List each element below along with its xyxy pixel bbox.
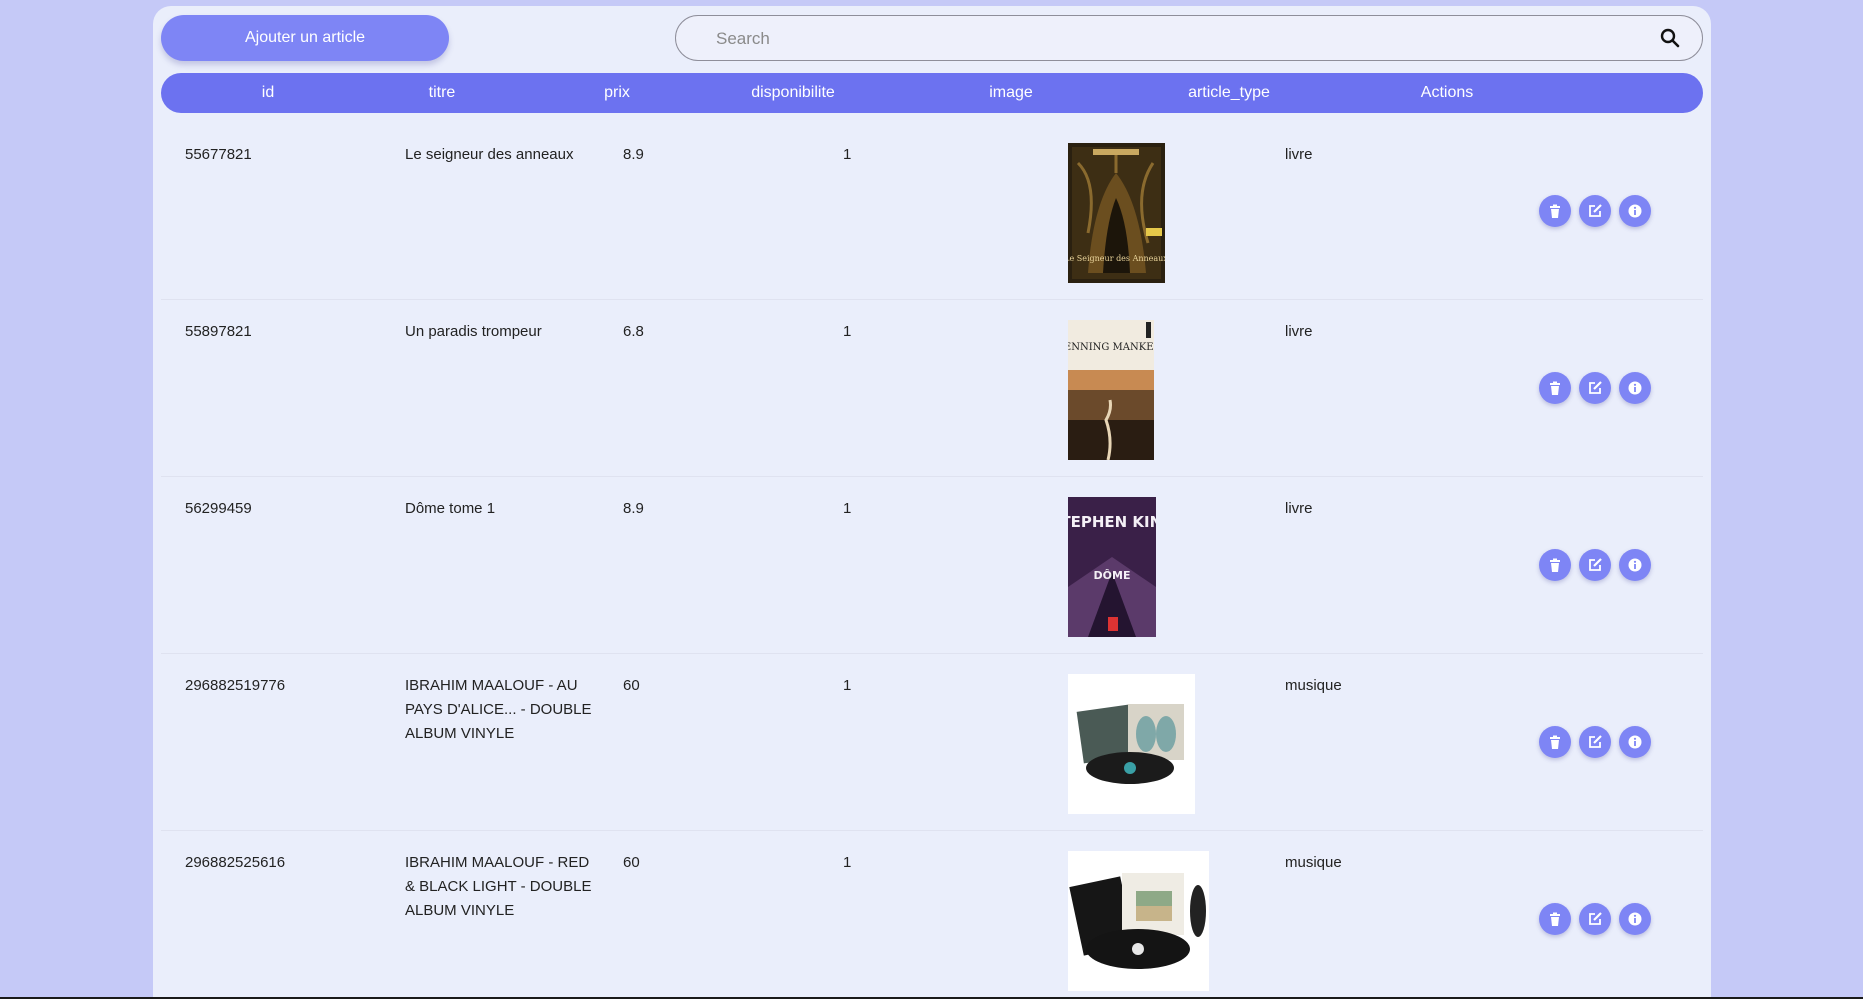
delete-button[interactable] <box>1539 726 1571 758</box>
article-image: STEPHEN KING DÔME <box>1068 497 1156 637</box>
cell-id: 296882525616 <box>185 854 286 871</box>
column-header-image[interactable]: image <box>902 73 1120 113</box>
main-panel: Ajouter un article id titre prix disponi… <box>153 6 1711 999</box>
edit-icon <box>1589 204 1602 217</box>
cell-prix: 8.9 <box>623 146 644 163</box>
cell-article-type: musique <box>1285 854 1342 871</box>
edit-icon <box>1589 558 1602 571</box>
cover-author-text: STEPHEN KING <box>1068 513 1156 531</box>
cover-title-text: Le Seigneur des Anneaux <box>1068 254 1165 263</box>
cell-id: 296882519776 <box>185 677 286 694</box>
edit-icon <box>1589 381 1602 394</box>
column-header-article-type[interactable]: article_type <box>1120 73 1338 113</box>
info-button[interactable] <box>1619 372 1651 404</box>
delete-button[interactable] <box>1539 372 1571 404</box>
table-row: 55897821 Un paradis trompeur 6.8 1 HENNI… <box>161 300 1703 477</box>
delete-button[interactable] <box>1539 195 1571 227</box>
info-button[interactable] <box>1619 549 1651 581</box>
cover-author-text: HENNING MANKELL <box>1068 342 1154 353</box>
info-icon <box>1628 912 1642 926</box>
trash-icon <box>1550 558 1560 572</box>
cell-article-type: musique <box>1285 677 1342 694</box>
cell-disponibilite: 1 <box>843 500 852 517</box>
row-actions <box>1539 195 1651 227</box>
search-input[interactable] <box>714 16 1618 62</box>
cell-article-type: livre <box>1285 500 1313 517</box>
cell-titre: IBRAHIM MAALOUF - AU PAYS D'ALICE... - D… <box>405 677 592 742</box>
search-box[interactable] <box>675 15 1703 62</box>
trash-icon <box>1550 735 1560 749</box>
cell-id: 56299459 <box>185 500 252 517</box>
cell-prix: 8.9 <box>623 500 644 517</box>
cell-prix: 60 <box>623 854 640 871</box>
row-actions <box>1539 726 1651 758</box>
cell-titre: Un paradis trompeur <box>405 323 542 340</box>
info-button[interactable] <box>1619 195 1651 227</box>
edit-button[interactable] <box>1579 903 1611 935</box>
delete-button[interactable] <box>1539 903 1571 935</box>
cell-disponibilite: 1 <box>843 854 852 871</box>
cell-disponibilite: 1 <box>843 677 852 694</box>
cell-titre: IBRAHIM MAALOUF - RED & BLACK LIGHT - DO… <box>405 854 592 919</box>
cell-titre: Le seigneur des anneaux <box>405 146 574 163</box>
cell-article-type: livre <box>1285 323 1313 340</box>
cell-article-type: livre <box>1285 146 1313 163</box>
row-actions <box>1539 549 1651 581</box>
table-body: 55677821 Le seigneur des anneaux 8.9 1 L… <box>161 123 1703 999</box>
trash-icon <box>1550 204 1560 218</box>
edit-button[interactable] <box>1579 726 1611 758</box>
search-icon[interactable] <box>1660 28 1680 48</box>
edit-icon <box>1589 735 1602 748</box>
cell-titre: Dôme tome 1 <box>405 500 496 517</box>
table-row: 56299459 Dôme tome 1 8.9 1 STEPHEN KING … <box>161 477 1703 654</box>
cell-id: 55897821 <box>185 323 252 340</box>
row-actions <box>1539 903 1651 935</box>
column-header-actions[interactable]: Actions <box>1338 73 1556 113</box>
add-article-button[interactable]: Ajouter un article <box>161 15 449 61</box>
row-actions <box>1539 372 1651 404</box>
column-header-disponibilite[interactable]: disponibilite <box>684 73 902 113</box>
edit-button[interactable] <box>1579 549 1611 581</box>
info-icon <box>1628 204 1642 218</box>
page: Ajouter un article id titre prix disponi… <box>0 0 1863 999</box>
edit-icon <box>1589 912 1602 925</box>
article-image: HENNING MANKELL <box>1068 320 1154 460</box>
article-image <box>1068 674 1195 814</box>
cell-disponibilite: 1 <box>843 323 852 340</box>
article-image <box>1068 851 1209 991</box>
delete-button[interactable] <box>1539 549 1571 581</box>
cell-prix: 6.8 <box>623 323 644 340</box>
trash-icon <box>1550 381 1560 395</box>
table-header: id titre prix disponibilite image articl… <box>161 73 1703 113</box>
cell-id: 55677821 <box>185 146 252 163</box>
cell-disponibilite: 1 <box>843 146 852 163</box>
table-row: 55677821 Le seigneur des anneaux 8.9 1 L… <box>161 123 1703 300</box>
info-button[interactable] <box>1619 903 1651 935</box>
edit-button[interactable] <box>1579 195 1611 227</box>
info-icon <box>1628 381 1642 395</box>
info-icon <box>1628 735 1642 749</box>
cover-title-text: DÔME <box>1094 569 1131 582</box>
table-row: 296882525616 IBRAHIM MAALOUF - RED & BLA… <box>161 831 1703 999</box>
info-icon <box>1628 558 1642 572</box>
info-button[interactable] <box>1619 726 1651 758</box>
table-row: 296882519776 IBRAHIM MAALOUF - AU PAYS D… <box>161 654 1703 831</box>
cell-prix: 60 <box>623 677 640 694</box>
trash-icon <box>1550 912 1560 926</box>
edit-button[interactable] <box>1579 372 1611 404</box>
article-image: Le Seigneur des Anneaux <box>1068 143 1165 283</box>
